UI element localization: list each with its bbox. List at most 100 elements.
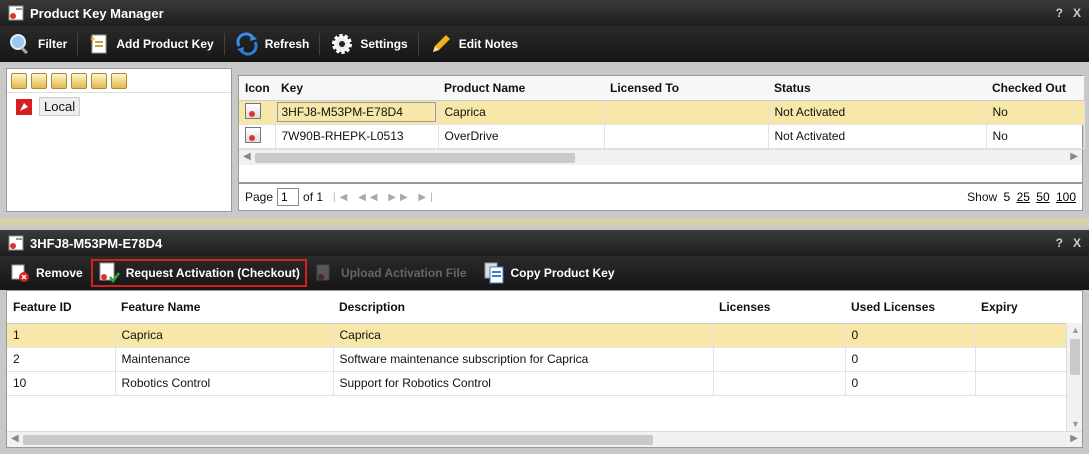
vertical-scrollbar[interactable]: ▲ ▼ [1066, 323, 1082, 431]
column-header[interactable]: Licenses [713, 291, 845, 324]
copy-folder-icon[interactable] [51, 72, 67, 89]
filter-button[interactable]: Filter [0, 26, 75, 62]
remove-button[interactable]: Remove [0, 256, 91, 290]
refresh-button[interactable]: Refresh [227, 26, 318, 62]
certificate-icon [245, 126, 261, 143]
page-size-option[interactable]: 50 [1036, 190, 1049, 204]
local-pin-icon [16, 98, 32, 115]
request-activation-button[interactable]: Request Activation (Checkout) [90, 259, 307, 287]
upload-activation-file-button[interactable]: Upload Activation File [307, 256, 475, 290]
window-titlebar: Product Key Manager ? X [0, 0, 1089, 26]
tree-node-local[interactable]: Local [7, 93, 231, 120]
pagination-bar: Page of 1 |◀ ◀◀ ▶▶ ▶| Show 5 25 50 100 [238, 183, 1083, 211]
page-size-selector: Show 5 25 50 100 [967, 190, 1076, 204]
certificate-icon [245, 102, 261, 119]
tree-toolbar [7, 69, 231, 93]
page-size-option[interactable]: 5 [1004, 190, 1011, 204]
features-grid: Feature ID Feature Name Description Lice… [6, 290, 1083, 448]
edit-folder-icon[interactable] [31, 72, 47, 89]
licenses-cell [713, 347, 846, 372]
column-header[interactable]: Checked Out [986, 76, 1084, 101]
expiry-cell [975, 371, 1068, 396]
expiry-cell [975, 323, 1068, 348]
column-header[interactable]: Description [333, 291, 713, 324]
page-of-label: of 1 [303, 190, 324, 204]
expiry-cell [975, 347, 1068, 372]
horizontal-scrollbar[interactable]: ◀ ▶ [239, 148, 1082, 165]
checked-out-cell: No [986, 100, 1085, 125]
feature-name-cell: Robotics Control [115, 371, 334, 396]
description-cell: Software maintenance subscription for Ca… [333, 347, 714, 372]
help-button[interactable]: ? [1056, 6, 1063, 20]
column-header[interactable]: Status [768, 76, 986, 101]
scroll-down-icon[interactable]: ▼ [1071, 419, 1080, 429]
feature-name-cell: Maintenance [115, 347, 334, 372]
used-licenses-cell: 0 [845, 371, 976, 396]
svg-text:✶: ✶ [89, 35, 97, 45]
settings-button[interactable]: Settings [322, 26, 415, 62]
detail-title: 3HFJ8-M53PM-E78D4 [30, 235, 163, 251]
licenses-cell [713, 323, 846, 348]
column-header[interactable]: Feature Name [115, 291, 333, 324]
column-header[interactable]: Used Licenses [845, 291, 975, 324]
column-header[interactable]: Feature ID [7, 291, 115, 324]
pencil-icon [432, 35, 450, 52]
show-label: Show [967, 190, 998, 204]
close-button[interactable]: X [1073, 6, 1081, 20]
table-row[interactable]: 2 Maintenance Software maintenance subsc… [7, 347, 1068, 372]
page-size-option[interactable]: 25 [1017, 190, 1030, 204]
column-header[interactable]: Icon [239, 76, 275, 101]
import-folder-icon[interactable] [91, 72, 107, 89]
add-product-key-button[interactable]: ✶ Add Product Key [80, 26, 221, 62]
column-header[interactable]: Licensed To [604, 76, 768, 101]
product-key-icon [8, 5, 24, 21]
product-key-manager-window: Product Key Manager ? X Filter ✶ Add Pro… [0, 0, 1089, 454]
page-size-option[interactable]: 100 [1056, 190, 1076, 204]
help-button[interactable]: ? [1056, 236, 1063, 250]
scrollbar-thumb[interactable] [255, 152, 575, 163]
features-table: Feature ID Feature Name Description Lice… [7, 291, 1068, 396]
certificate-check-icon [99, 262, 120, 284]
scroll-left-icon[interactable]: ◀ [11, 433, 19, 444]
licensed-to-cell [604, 100, 769, 125]
close-button[interactable]: X [1073, 236, 1081, 250]
detail-titlebar: 3HFJ8-M53PM-E78D4 ? X [0, 230, 1089, 256]
magnifier-icon [10, 34, 28, 55]
horizontal-scrollbar[interactable]: ◀ ▶ [7, 431, 1082, 447]
status-cell: Not Activated [768, 124, 987, 149]
column-header[interactable]: Product Name [438, 76, 604, 101]
detail-toolbar: Remove Request Activation (Checkout) Upl… [0, 256, 1089, 290]
product-keys-table: Icon Key Product Name Licensed To Status… [239, 76, 1085, 149]
column-header[interactable]: Expiry [975, 291, 1067, 324]
table-row[interactable]: 7W90B-RHEPK-L0513 OverDrive Not Activate… [239, 124, 1085, 149]
scroll-right-icon[interactable]: ▶ [1070, 151, 1078, 162]
feature-id-cell: 10 [7, 371, 116, 396]
table-row[interactable]: 10 Robotics Control Support for Robotics… [7, 371, 1068, 396]
new-folder-icon[interactable] [11, 72, 27, 89]
scroll-left-icon[interactable]: ◀ [243, 151, 251, 162]
copy-product-key-button[interactable]: Copy Product Key [475, 256, 623, 290]
page-navigation-icons[interactable]: |◀ ◀◀ ▶▶ ▶| [333, 192, 437, 203]
scroll-up-icon[interactable]: ▲ [1071, 325, 1080, 335]
copy-document-icon [484, 262, 504, 284]
panel-splitter[interactable] [0, 218, 1089, 226]
product-cell: OverDrive [438, 124, 605, 149]
licensed-to-cell [604, 124, 769, 149]
scrollbar-thumb[interactable] [23, 435, 653, 445]
gear-icon [332, 34, 353, 54]
window-title: Product Key Manager [30, 5, 164, 21]
export-folder-icon[interactable] [111, 72, 127, 89]
checked-out-cell: No [986, 124, 1085, 149]
column-header[interactable]: Key [275, 76, 438, 101]
page-number-input[interactable] [277, 188, 300, 206]
description-cell: Caprica [333, 323, 714, 348]
table-header-row: Feature ID Feature Name Description Lice… [7, 291, 1067, 324]
used-licenses-cell: 0 [845, 347, 976, 372]
page-label: Page [245, 190, 274, 204]
move-folder-icon[interactable] [71, 72, 87, 89]
edit-notes-button[interactable]: Edit Notes [421, 26, 526, 62]
scrollbar-thumb[interactable] [1070, 339, 1080, 375]
scroll-right-icon[interactable]: ▶ [1070, 433, 1078, 444]
table-row[interactable]: 1 Caprica Caprica 0 [7, 323, 1068, 348]
table-row[interactable]: 3HFJ8-M53PM-E78D4 Caprica Not Activated … [239, 100, 1085, 125]
